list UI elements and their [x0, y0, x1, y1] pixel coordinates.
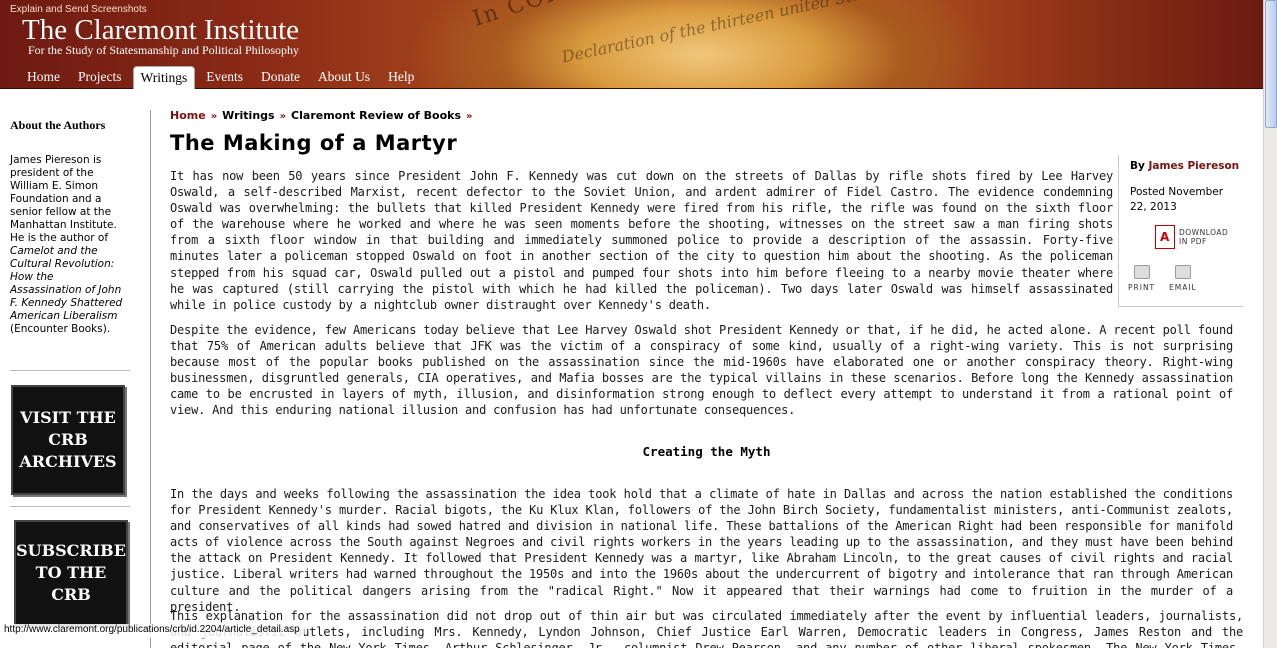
section-heading: Creating the Myth [642, 444, 771, 459]
author-book-title[interactable]: Camelot and the Cultural Revolution: How… [10, 245, 122, 322]
breadcrumb-separator: » [279, 111, 287, 122]
subscribe-crb-banner[interactable]: SUBSCRIBE TO THE CRB [14, 520, 128, 626]
breadcrumb-home[interactable]: Home [170, 109, 206, 122]
breadcrumb-separator: » [210, 111, 218, 122]
vertical-scrollbar[interactable] [1263, 0, 1277, 648]
promo-line: CRB [51, 585, 91, 604]
site-tagline: For the Study of Statesmanship and Polit… [28, 43, 299, 57]
nav-tab-writings[interactable]: Writings [132, 66, 196, 89]
article-info-box: By James Piereson Posted November 22, 20… [1118, 155, 1243, 307]
breadcrumb-claremont-review[interactable]: Claremont Review of Books [291, 109, 461, 122]
posted-date: Posted November 22, 2013 [1130, 186, 1224, 213]
promo-line: VISIT THE [20, 408, 116, 427]
print-button[interactable]: PRINT [1128, 265, 1155, 292]
banner-document-text: In CONGRESS [470, 0, 655, 32]
article-paragraph: In the days and weeks following the assa… [170, 487, 1233, 614]
nav-tab-home[interactable]: Home [20, 66, 67, 89]
author-bio-text: James Piereson is president of the Willi… [10, 154, 117, 244]
envelope-icon[interactable] [1174, 265, 1191, 279]
sidebar-divider [10, 370, 130, 371]
article-paragraph: This explanation for the assassination d… [170, 609, 1243, 648]
sidebar: About the Authors James Piereson is pres… [10, 118, 130, 336]
promo-line: TO THE [35, 563, 107, 582]
author-bio: James Piereson is president of the Willi… [10, 154, 126, 336]
column-divider [150, 110, 151, 648]
sidebar-divider [10, 506, 130, 507]
nav-tab-help[interactable]: Help [381, 66, 421, 89]
download-pdf-label[interactable]: DOWNLOAD IN PDF [1179, 228, 1228, 246]
status-bar-url: http://www.claremont.org/publications/cr… [0, 624, 304, 638]
promo-line: ARCHIVES [19, 452, 117, 471]
download-pdf-link[interactable]: DOWNLOAD IN PDF [1155, 225, 1228, 249]
article-title: The Making of a Martyr [170, 131, 458, 155]
article-paragraph: It has now been 50 years since President… [170, 169, 1113, 312]
print-label[interactable]: PRINT [1128, 283, 1155, 292]
breadcrumb-writings[interactable]: Writings [222, 109, 274, 122]
banner-document-text-2: Declaration of the thirteen united State… [560, 0, 887, 67]
author-link[interactable]: James Piereson [1149, 160, 1240, 172]
promo-line: SUBSCRIBE [16, 541, 126, 560]
visit-crb-archives-banner[interactable]: VISIT THE CRB ARCHIVES [11, 385, 125, 495]
article-paragraph: Despite the evidence, few Americans toda… [170, 323, 1233, 418]
promo-line: CRB [48, 430, 88, 449]
breadcrumb-separator: » [466, 111, 473, 122]
scrollbar-thumb[interactable] [1265, 0, 1277, 128]
author-book-publisher: (Encounter Books). [10, 323, 111, 335]
printer-icon[interactable] [1133, 265, 1150, 279]
sidebar-heading: About the Authors [10, 118, 106, 132]
email-label[interactable]: EMAIL [1169, 283, 1197, 292]
nav-tab-donate[interactable]: Donate [254, 66, 307, 89]
nav-tab-about-us[interactable]: About Us [311, 66, 377, 89]
byline-label: By [1130, 160, 1145, 172]
site-header: In CONGRESS Declaration of the thirteen … [0, 0, 1263, 89]
breadcrumb: Home » Writings » Claremont Review of Books » [170, 109, 477, 122]
email-button[interactable]: EMAIL [1169, 265, 1197, 292]
main-nav: Home Projects Writings Events Donate Abo… [20, 66, 421, 89]
pdf-icon[interactable] [1155, 225, 1175, 249]
nav-tab-events[interactable]: Events [199, 66, 250, 89]
byline: By James Piereson [1130, 160, 1239, 172]
nav-tab-projects[interactable]: Projects [71, 66, 129, 89]
